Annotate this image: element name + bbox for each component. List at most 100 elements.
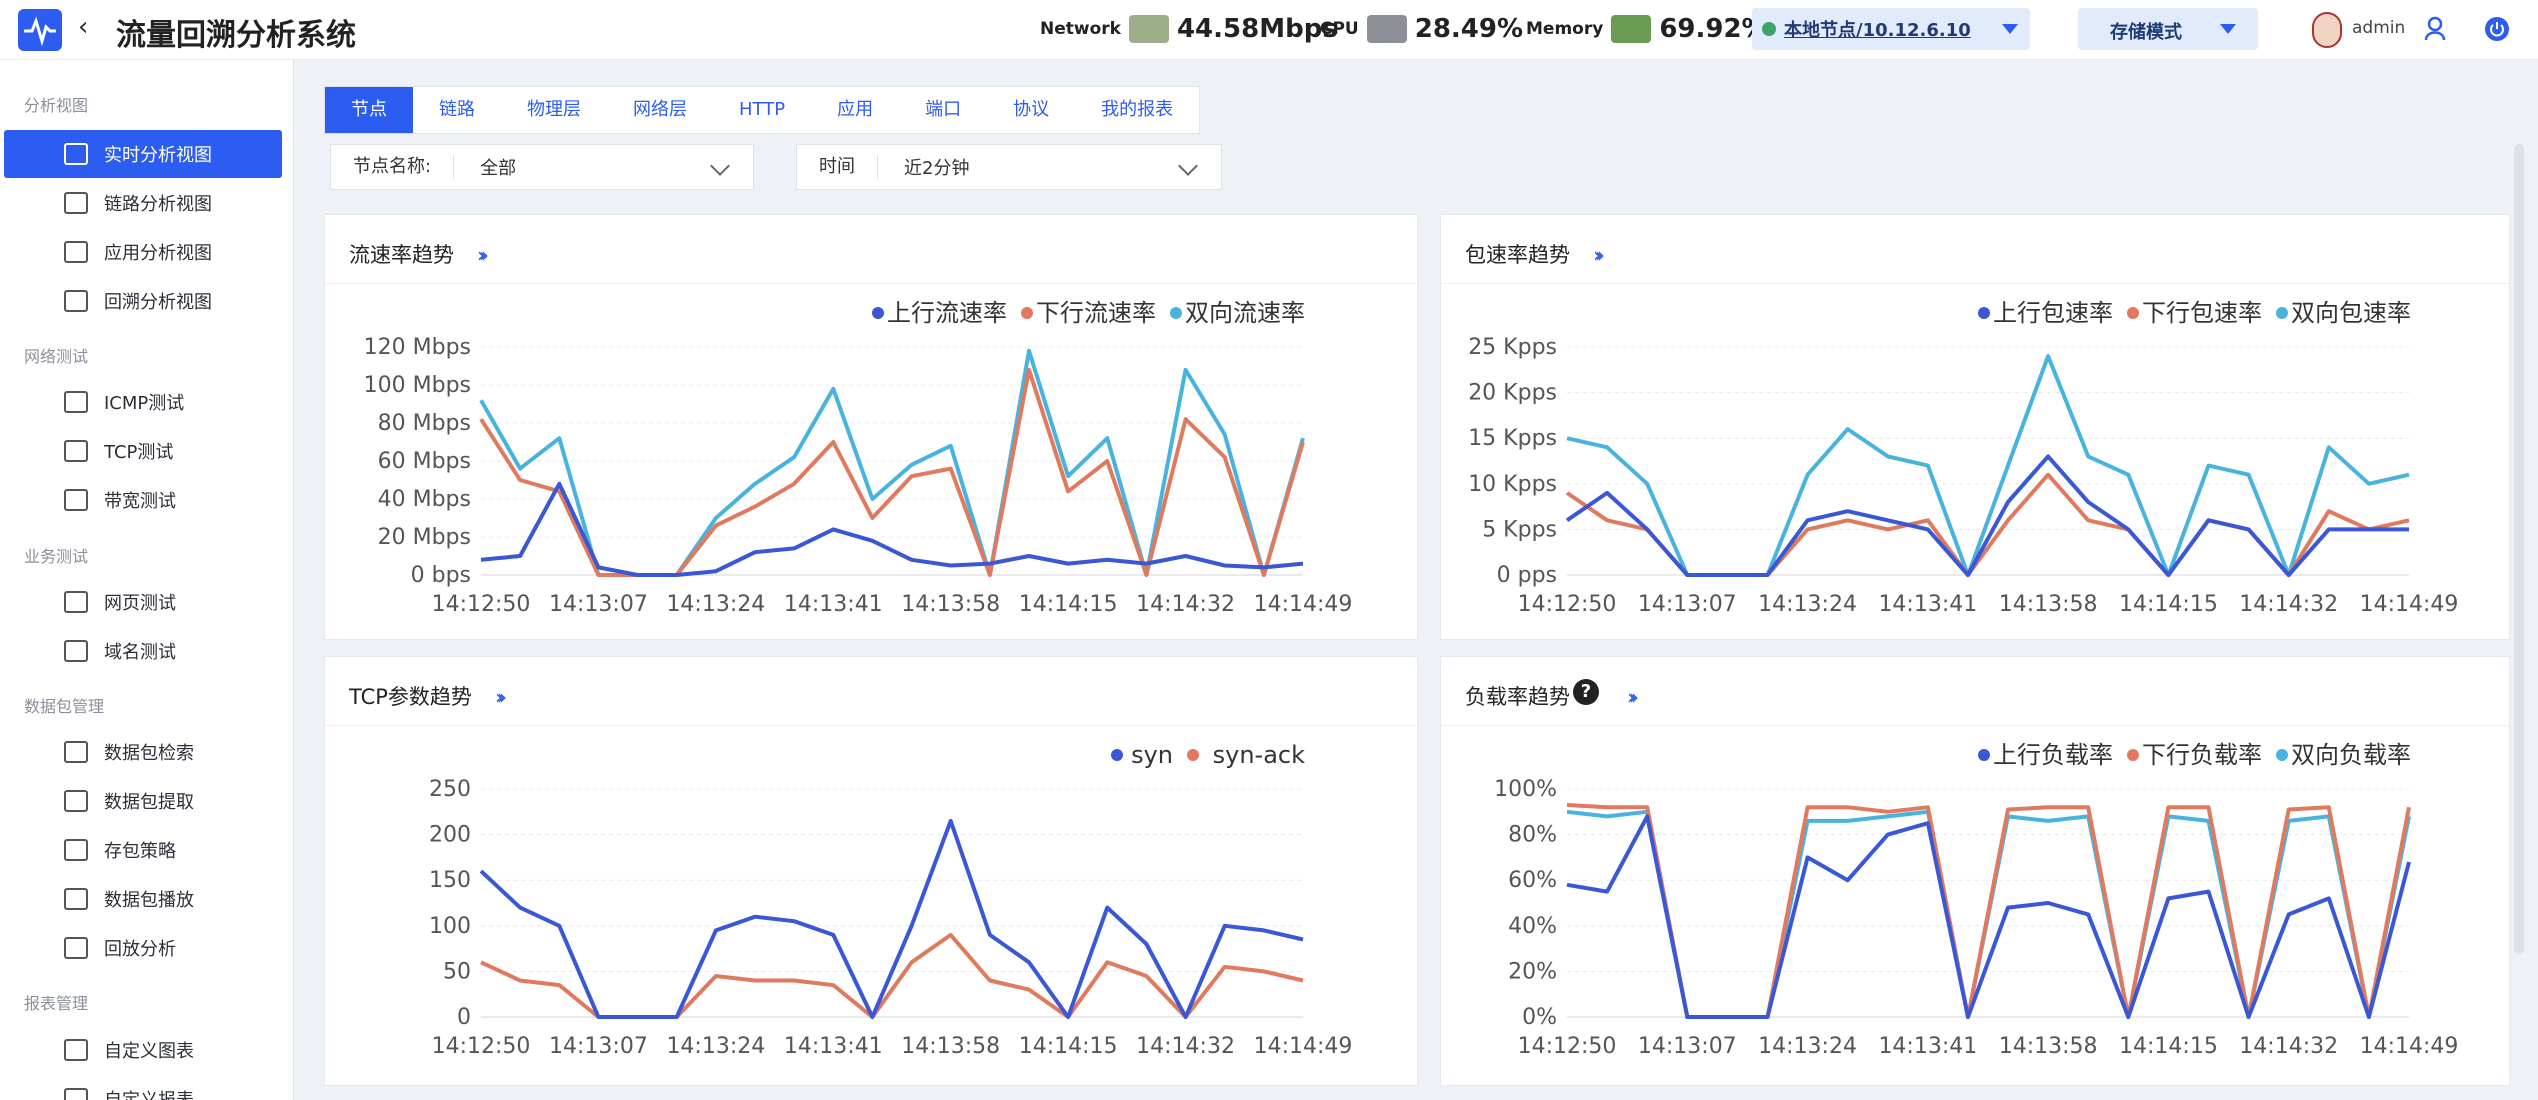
sidebar-item-custom-report[interactable]: 自定义报表 xyxy=(4,1075,282,1100)
section-title-report: 报表管理 xyxy=(24,994,89,1013)
tab-application[interactable]: 应用 xyxy=(811,87,899,133)
legend-label[interactable]: 双向包速率 xyxy=(2291,299,2411,327)
sidebar-item-icmp[interactable]: ICMP测试 xyxy=(4,378,282,426)
user-manage-icon[interactable] xyxy=(2424,16,2450,42)
x-tick-label: 14:13:58 xyxy=(901,1034,1000,1059)
sidebar-item-label: ICMP测试 xyxy=(104,393,185,414)
sidebar-item-dns[interactable]: 域名测试 xyxy=(4,627,282,675)
y-tick-label: 15 Kpps xyxy=(1468,426,1557,451)
x-tick-label: 14:13:07 xyxy=(549,1034,648,1059)
replay-analysis-icon xyxy=(64,937,88,959)
sidebar-item-realtime-view[interactable]: 实时分析视图 xyxy=(4,130,282,178)
dns-icon xyxy=(64,640,88,662)
main-scrollbar[interactable] xyxy=(2514,144,2524,954)
y-tick-label: 0 bps xyxy=(411,563,471,588)
memory-label: Memory xyxy=(1526,19,1604,39)
legend-label[interactable]: syn-ack xyxy=(1213,741,1305,769)
x-tick-label: 14:13:58 xyxy=(901,592,1000,617)
sidebar-item-packet-extract[interactable]: 数据包提取 xyxy=(4,777,282,825)
tab-http[interactable]: HTTP xyxy=(713,87,811,133)
x-tick-label: 14:13:41 xyxy=(1878,592,1977,617)
legend-label[interactable]: 下行流速率 xyxy=(1036,299,1156,327)
load-rate-panel: 负载率趋势 ? ››› 0% 20% 40% 60% 80% 100% 14:12:50 14… xyxy=(1440,656,2510,1086)
x-tick-label: 14:12:50 xyxy=(432,1034,531,1059)
legend-label[interactable]: 下行包速率 xyxy=(2142,299,2262,327)
x-tick-label: 14:14:15 xyxy=(2119,592,2218,617)
y-tick-label: 200 xyxy=(429,823,471,848)
y-tick-label: 100 Mbps xyxy=(364,373,471,398)
packet-extract-icon xyxy=(64,790,88,812)
y-tick-label: 20 Kpps xyxy=(1468,381,1557,406)
sidebar-item-label: 应用分析视图 xyxy=(104,243,212,264)
node-name-filter[interactable]: 节点名称: 全部 xyxy=(330,144,754,190)
x-tick-label: 14:13:41 xyxy=(784,1034,883,1059)
tab-my-report[interactable]: 我的报表 xyxy=(1075,87,1199,133)
tab-network-layer[interactable]: 网络层 xyxy=(607,87,713,133)
time-filter-value: 近2分钟 xyxy=(904,158,970,179)
flow-rate-panel: 流速率趋势 ››› 0 bps 20 Mbps 40 Mbps 60 Mbps 80 M… xyxy=(324,214,1418,640)
node-filter-label: 节点名称: xyxy=(331,155,455,179)
sidebar-item-bandwidth[interactable]: 带宽测试 xyxy=(4,476,282,524)
sidebar-item-storage-policy[interactable]: 存包策略 xyxy=(4,826,282,874)
x-tick-label: 14:13:41 xyxy=(1878,1034,1977,1059)
sidebar-item-link-view[interactable]: 链路分析视图 xyxy=(4,179,282,227)
node-select-value: 本地节点/10.12.6.10 xyxy=(1784,20,1971,41)
sidebar-item-tcp[interactable]: TCP测试 xyxy=(4,427,282,475)
sidebar-item-app-view[interactable]: 应用分析视图 xyxy=(4,228,282,276)
x-tick-label: 14:13:41 xyxy=(784,592,883,617)
backtrack-view-icon xyxy=(64,290,88,312)
legend-label[interactable]: 上行流速率 xyxy=(887,299,1007,327)
sidebar-item-label: 带宽测试 xyxy=(104,491,176,512)
node-select-caret-icon[interactable] xyxy=(2002,24,2018,34)
x-tick-label: 14:13:58 xyxy=(1999,592,2098,617)
tab-protocol[interactable]: 协议 xyxy=(987,87,1075,133)
app-logo xyxy=(18,9,62,51)
legend-label[interactable]: 上行包速率 xyxy=(1993,299,2113,327)
webpage-icon xyxy=(64,591,88,613)
legend-label[interactable]: 双向流速率 xyxy=(1185,299,1305,327)
memory-metric: Memory 69.92% xyxy=(1526,14,1768,44)
legend-label[interactable]: 上行负载率 xyxy=(1993,741,2113,769)
mode-select-caret-icon[interactable] xyxy=(2220,24,2236,34)
custom-chart-icon xyxy=(64,1039,88,1061)
packet-rate-panel: 包速率趋势 ››› 0 pps 5 Kpps 10 Kpps 15 Kpps 20 Kp… xyxy=(1440,214,2510,640)
tab-port[interactable]: 端口 xyxy=(899,87,987,133)
x-tick-label: 14:14:32 xyxy=(2239,592,2338,617)
legend-label[interactable]: syn xyxy=(1131,741,1173,769)
sidebar-item-backtrack-view[interactable]: 回溯分析视图 xyxy=(4,277,282,325)
realtime-view-icon xyxy=(64,143,88,165)
legend-dot xyxy=(1170,307,1182,319)
load-rate-chart: 0% 20% 40% 60% 80% 100% 14:12:50 14:13:07 14:13:… xyxy=(1494,741,2458,1059)
chevron-down-icon xyxy=(710,156,730,176)
tab-node[interactable]: 节点 xyxy=(325,87,413,133)
cpu-label: CPU xyxy=(1320,19,1359,39)
x-tick-label: 14:13:24 xyxy=(1758,592,1857,617)
sidebar-item-packet-play[interactable]: 数据包播放 xyxy=(4,875,282,923)
power-icon[interactable] xyxy=(2484,16,2510,42)
cpu-value: 28.49% xyxy=(1414,14,1524,44)
back-chevron-icon[interactable]: ‹ xyxy=(78,12,88,42)
sidebar-item-packet-search[interactable]: 数据包检索 xyxy=(4,728,282,776)
y-tick-label: 0 xyxy=(457,1005,471,1030)
sidebar-item-label: 实时分析视图 xyxy=(104,145,212,166)
node-select[interactable]: 本地节点/10.12.6.10 xyxy=(1752,8,2030,50)
sidebar-item-webpage[interactable]: 网页测试 xyxy=(4,578,282,626)
x-tick-label: 14:13:24 xyxy=(666,1034,765,1059)
y-tick-label: 80% xyxy=(1508,823,1557,848)
node-status-dot xyxy=(1762,22,1776,36)
sidebar-item-replay-analysis[interactable]: 回放分析 xyxy=(4,924,282,972)
time-filter-label: 时间 xyxy=(797,155,878,179)
avatar[interactable] xyxy=(2312,12,2342,48)
y-tick-label: 20% xyxy=(1508,959,1557,984)
sidebar-item-custom-chart[interactable]: 自定义图表 xyxy=(4,1026,282,1074)
legend-label[interactable]: 下行负载率 xyxy=(2142,741,2262,769)
tab-link[interactable]: 链路 xyxy=(413,87,501,133)
y-tick-label: 100% xyxy=(1494,777,1557,802)
legend-label[interactable]: 双向负载率 xyxy=(2291,741,2411,769)
tab-physical[interactable]: 物理层 xyxy=(501,87,607,133)
time-filter[interactable]: 时间 近2分钟 xyxy=(796,144,1222,190)
sidebar-item-label: 链路分析视图 xyxy=(104,194,212,215)
packet-rate-chart: 0 pps 5 Kpps 10 Kpps 15 Kpps 20 Kpps 25 Kpps 1… xyxy=(1468,299,2458,617)
x-tick-label: 14:14:32 xyxy=(2239,1034,2338,1059)
user-name[interactable]: admin xyxy=(2352,18,2405,38)
